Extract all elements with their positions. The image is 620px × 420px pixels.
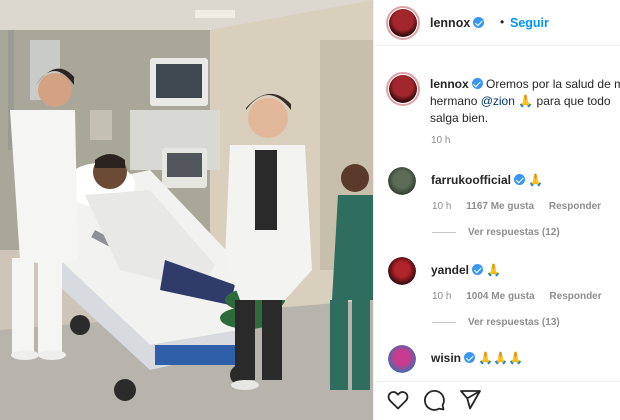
avatar[interactable] xyxy=(388,345,416,373)
comment-time: 10 h xyxy=(432,291,452,302)
comment-line: farrukoofficial 🙏 xyxy=(431,173,543,187)
heart-icon[interactable] xyxy=(386,388,410,412)
comment-meta: 10 h 1167 Me gusta Responder xyxy=(432,201,613,212)
username-link[interactable]: lennox xyxy=(430,16,485,30)
caption-line-2-post: 🙏 para que todo xyxy=(514,94,611,108)
caption-username[interactable]: lennox xyxy=(430,77,469,91)
comment-line: yandel 🙏 xyxy=(431,263,501,277)
caption-line-3: salga bien. xyxy=(430,111,489,125)
caption-line-1: Oremos por la salud de m xyxy=(486,77,620,91)
comment-username[interactable]: farrukoofficial xyxy=(431,173,511,187)
comment-time: 10 h xyxy=(432,201,452,212)
comment-likes[interactable]: 1167 Me gusta xyxy=(466,201,534,212)
comment-username[interactable]: yandel xyxy=(431,263,469,277)
comment-icon[interactable] xyxy=(422,388,446,412)
follow-button[interactable]: Seguir xyxy=(510,16,549,30)
avatar[interactable] xyxy=(386,6,420,40)
reply-button[interactable]: Responder xyxy=(549,291,601,302)
action-bar xyxy=(374,381,620,420)
view-replies-button[interactable]: Ver respuestas (13) xyxy=(432,317,560,328)
comment-username[interactable]: wisin xyxy=(431,351,461,365)
caption-line-2-pre: hermano xyxy=(430,94,481,108)
avatar[interactable] xyxy=(388,167,416,195)
mention-link[interactable]: @zion xyxy=(481,94,515,108)
comment-line: wisin 🙏🙏🙏 xyxy=(431,351,523,365)
comment-text: 🙏 xyxy=(486,263,502,277)
verified-badge-icon xyxy=(514,174,526,185)
verified-badge-icon xyxy=(464,352,476,363)
replies-divider xyxy=(432,231,456,233)
comment-text: 🙏🙏🙏 xyxy=(478,351,524,365)
caption-time: 10 h xyxy=(431,135,451,146)
verified-badge-icon xyxy=(471,78,483,89)
verified-badge-icon xyxy=(473,17,485,28)
view-replies-button[interactable]: Ver respuestas (12) xyxy=(432,227,560,238)
post-header: lennox • Seguir xyxy=(374,0,620,46)
comment-item: wisin 🙏🙏🙏 xyxy=(374,345,620,379)
replies-divider xyxy=(432,321,456,323)
post-photo xyxy=(0,0,373,420)
avatar[interactable] xyxy=(386,72,420,106)
comment-text: 🙏 xyxy=(528,173,544,187)
separator-dot: • xyxy=(500,15,505,29)
comment-item: farrukoofficial 🙏 10 h 1167 Me gusta Res… xyxy=(374,167,620,247)
comment-meta: 10 h 1004 Me gusta Responder xyxy=(432,291,614,302)
verified-badge-icon xyxy=(472,264,484,275)
avatar[interactable] xyxy=(388,257,416,285)
comment-item: yandel 🙏 10 h 1004 Me gusta Responder Ve… xyxy=(374,257,620,337)
post-sidebar: lennox • Seguir lennox Oremos por la sal… xyxy=(373,0,620,420)
comment-likes[interactable]: 1004 Me gusta xyxy=(466,291,534,302)
reply-button[interactable]: Responder xyxy=(549,201,601,212)
caption-text: lennox Oremos por la salud de m hermano … xyxy=(430,76,620,127)
share-icon[interactable] xyxy=(458,388,482,412)
